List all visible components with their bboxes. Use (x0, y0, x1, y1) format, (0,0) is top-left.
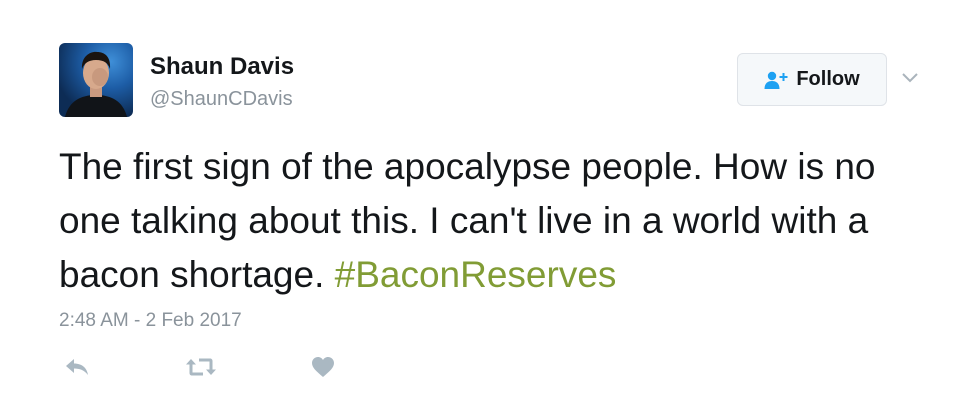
user-handle[interactable]: @ShaunCDavis (150, 86, 293, 112)
retweet-button[interactable] (185, 354, 217, 384)
reply-button[interactable] (63, 354, 91, 384)
heart-icon (311, 356, 335, 383)
chevron-down-icon[interactable] (900, 68, 920, 88)
retweet-icon (185, 356, 217, 383)
avatar[interactable] (59, 43, 133, 117)
like-button[interactable] (310, 354, 336, 384)
follow-button-label: Follow (796, 68, 860, 90)
follow-button[interactable]: Follow (737, 53, 887, 106)
reply-icon (64, 357, 90, 382)
tweet-text: The first sign of the apocalypse people.… (59, 140, 939, 302)
avatar-image (65, 51, 127, 117)
tweet-timestamp[interactable]: 2:48 AM - 2 Feb 2017 (59, 309, 242, 333)
hashtag-link[interactable]: #BaconReserves (335, 254, 617, 295)
display-name[interactable]: Shaun Davis (150, 52, 294, 82)
add-user-icon (764, 70, 788, 90)
tweet-card: Shaun Davis @ShaunCDavis Follow The firs… (0, 0, 976, 420)
